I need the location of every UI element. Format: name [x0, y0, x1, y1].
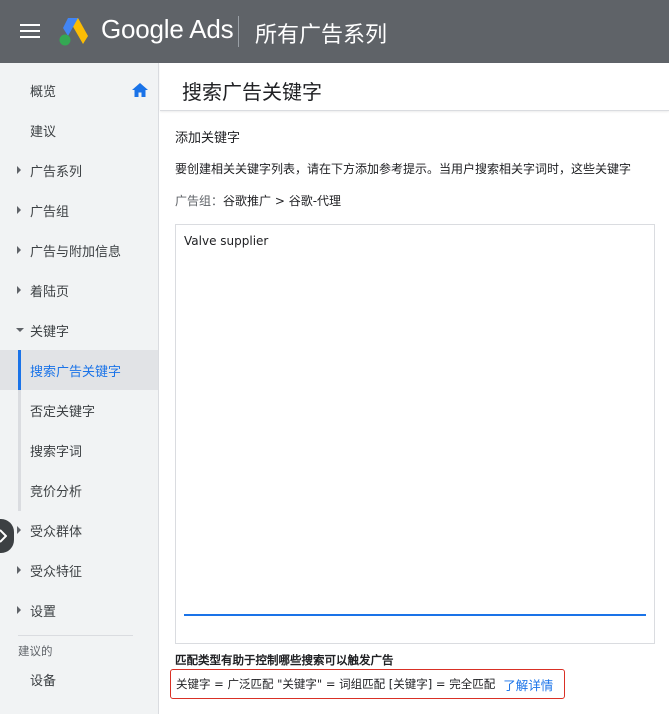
sidebar-nav: 概览 建议 广告系列 广告组 广告与附加信息 着陆页 关键字 搜索广告关键字 否…	[0, 63, 159, 714]
sidebar-item-auction-insights[interactable]: 竞价分析	[0, 470, 158, 510]
sidebar-item-label: 受众特征	[30, 564, 83, 580]
sidebar-item-label: 搜索字词	[30, 444, 83, 460]
chevron-right-icon	[17, 206, 21, 214]
sidebar-item-ad-groups[interactable]: 广告组	[0, 190, 158, 230]
sidebar-item-label: 设备	[30, 673, 57, 689]
sidebar-item-label: 设置	[30, 604, 57, 620]
page-title: 搜索广告关键字	[182, 80, 322, 104]
sidebar-item-recommendations[interactable]: 建议	[0, 110, 158, 150]
match-type-title: 匹配类型有助于控制哪些搜索可以触发广告	[175, 653, 394, 667]
sidebar-item-label: 概览	[30, 84, 57, 100]
menu-icon[interactable]	[20, 23, 40, 39]
sidebar-item-negative-keywords[interactable]: 否定关键字	[0, 390, 158, 430]
match-type-hint: 关键字 = 广泛匹配 "关键字" = 词组匹配 [关键字] = 完全匹配 了解详…	[170, 669, 565, 699]
chevron-right-icon	[17, 166, 21, 174]
section-title: 添加关键字	[175, 131, 241, 146]
brand-name: Google Ads	[101, 14, 234, 44]
page-header: 搜索广告关键字	[160, 63, 669, 111]
ad-group-prefix: 广告组：	[175, 194, 224, 208]
sidebar-item-label: 广告与附加信息	[30, 244, 122, 260]
sidebar-item-settings[interactable]: 设置	[0, 590, 158, 630]
google-ads-logo-icon	[59, 18, 88, 46]
sidebar-item-label: 否定关键字	[30, 404, 96, 420]
sidebar-item-label: 搜索广告关键字	[30, 364, 122, 380]
match-type-text: 关键字 = 广泛匹配 "关键字" = 词组匹配 [关键字] = 完全匹配	[176, 677, 496, 691]
chevron-right-icon	[17, 606, 21, 614]
sidebar-item-label: 广告组	[30, 204, 70, 220]
sidebar-item-audiences[interactable]: 受众群体	[0, 510, 158, 550]
keywords-textarea[interactable]	[175, 224, 655, 644]
chevron-down-icon	[16, 328, 24, 332]
chevron-right-icon	[0, 529, 7, 543]
header-divider	[238, 16, 239, 47]
sidebar-divider	[18, 635, 133, 636]
chevron-right-icon	[17, 526, 21, 534]
chevron-right-icon	[17, 286, 21, 294]
sidebar-item-ads-extensions[interactable]: 广告与附加信息	[0, 230, 158, 270]
sidebar-item-search-keywords[interactable]: 搜索广告关键字	[0, 350, 158, 390]
sidebar-item-label: 受众群体	[30, 524, 83, 540]
header-title[interactable]: 所有广告系列	[255, 17, 387, 49]
textarea-focus-underline	[184, 614, 646, 616]
sidebar-item-campaigns[interactable]: 广告系列	[0, 150, 158, 190]
sidebar-item-search-terms[interactable]: 搜索字词	[0, 430, 158, 470]
sidebar-section-label: 建议的	[18, 644, 53, 658]
sidebar-item-label: 竞价分析	[30, 484, 83, 500]
sidebar-item-label: 着陆页	[30, 284, 70, 300]
chevron-right-icon	[17, 246, 21, 254]
sidebar-item-label: 建议	[30, 124, 57, 140]
sidebar-item-keywords[interactable]: 关键字	[0, 310, 158, 350]
home-icon[interactable]	[131, 82, 149, 98]
sidebar-item-landing-pages[interactable]: 着陆页	[0, 270, 158, 310]
top-app-bar: Google Ads 所有广告系列	[0, 0, 669, 63]
sidebar-item-devices[interactable]: 设备	[0, 659, 158, 699]
sidebar-item-label: 广告系列	[30, 164, 83, 180]
ad-group-info: 广告组：谷歌推广 > 谷歌-代理	[175, 192, 341, 209]
sidebar-item-demographics[interactable]: 受众特征	[0, 550, 158, 590]
instructions-text: 要创建相关关键字列表，请在下方添加参考提示。当用户搜索相关字词时，这些关键字	[175, 162, 632, 176]
learn-more-link[interactable]: 了解详情	[503, 675, 553, 694]
sidebar-item-label: 关键字	[30, 324, 70, 340]
ad-group-value: 谷歌推广 > 谷歌-代理	[223, 194, 342, 208]
chevron-right-icon	[17, 566, 21, 574]
